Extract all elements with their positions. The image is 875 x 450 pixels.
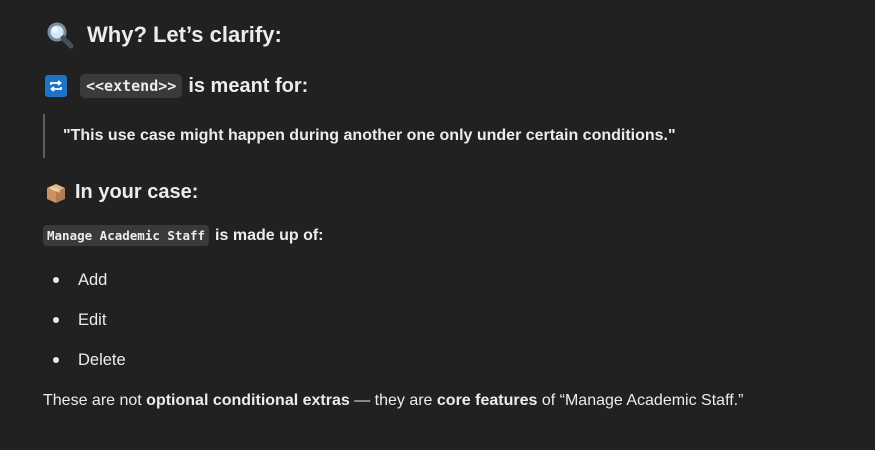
list-item: Delete — [43, 340, 126, 380]
summary-bold2: core features — [436, 392, 538, 409]
summary-bold1: optional conditional extras — [146, 392, 350, 409]
summary-paragraph: These are not optional conditional extra… — [43, 392, 743, 410]
package-box-icon — [45, 182, 67, 204]
list-item-label: Add — [78, 270, 108, 289]
repeat-arrows-icon — [45, 75, 67, 97]
summary-part1: These are not — [43, 392, 147, 409]
heading-why-text: Why? Let’s clarify: — [87, 22, 282, 47]
bullet-icon — [53, 277, 59, 283]
heading-extend-text: is meant for: — [188, 74, 309, 97]
list-item-label: Delete — [78, 350, 126, 369]
list-item-label: Edit — [78, 310, 107, 329]
features-list: Add Edit Delete — [43, 260, 126, 380]
quote-text: "This use case might happen during anoth… — [63, 127, 676, 144]
list-item: Add — [43, 260, 126, 300]
extend-code: <<extend>> — [80, 74, 183, 98]
made-up-line: Manage Academic Staff is made up of: — [43, 225, 324, 246]
heading-why: Why? Let’s clarify: — [45, 20, 282, 50]
summary-part3: of “Manage Academic Staff.” — [537, 392, 744, 409]
manage-staff-code: Manage Academic Staff — [43, 225, 210, 246]
magnifying-glass-icon — [45, 20, 75, 50]
heading-your-case-text: In your case: — [75, 181, 199, 203]
blockquote: "This use case might happen during anoth… — [43, 114, 676, 158]
summary-part2: — they are — [349, 392, 437, 409]
heading-extend: <<extend>> is meant for: — [45, 74, 308, 98]
heading-your-case: In your case: — [45, 181, 198, 204]
bullet-icon — [53, 317, 59, 323]
list-item: Edit — [43, 300, 126, 340]
made-up-text: is made up of: — [215, 226, 324, 244]
bullet-icon — [53, 357, 59, 363]
